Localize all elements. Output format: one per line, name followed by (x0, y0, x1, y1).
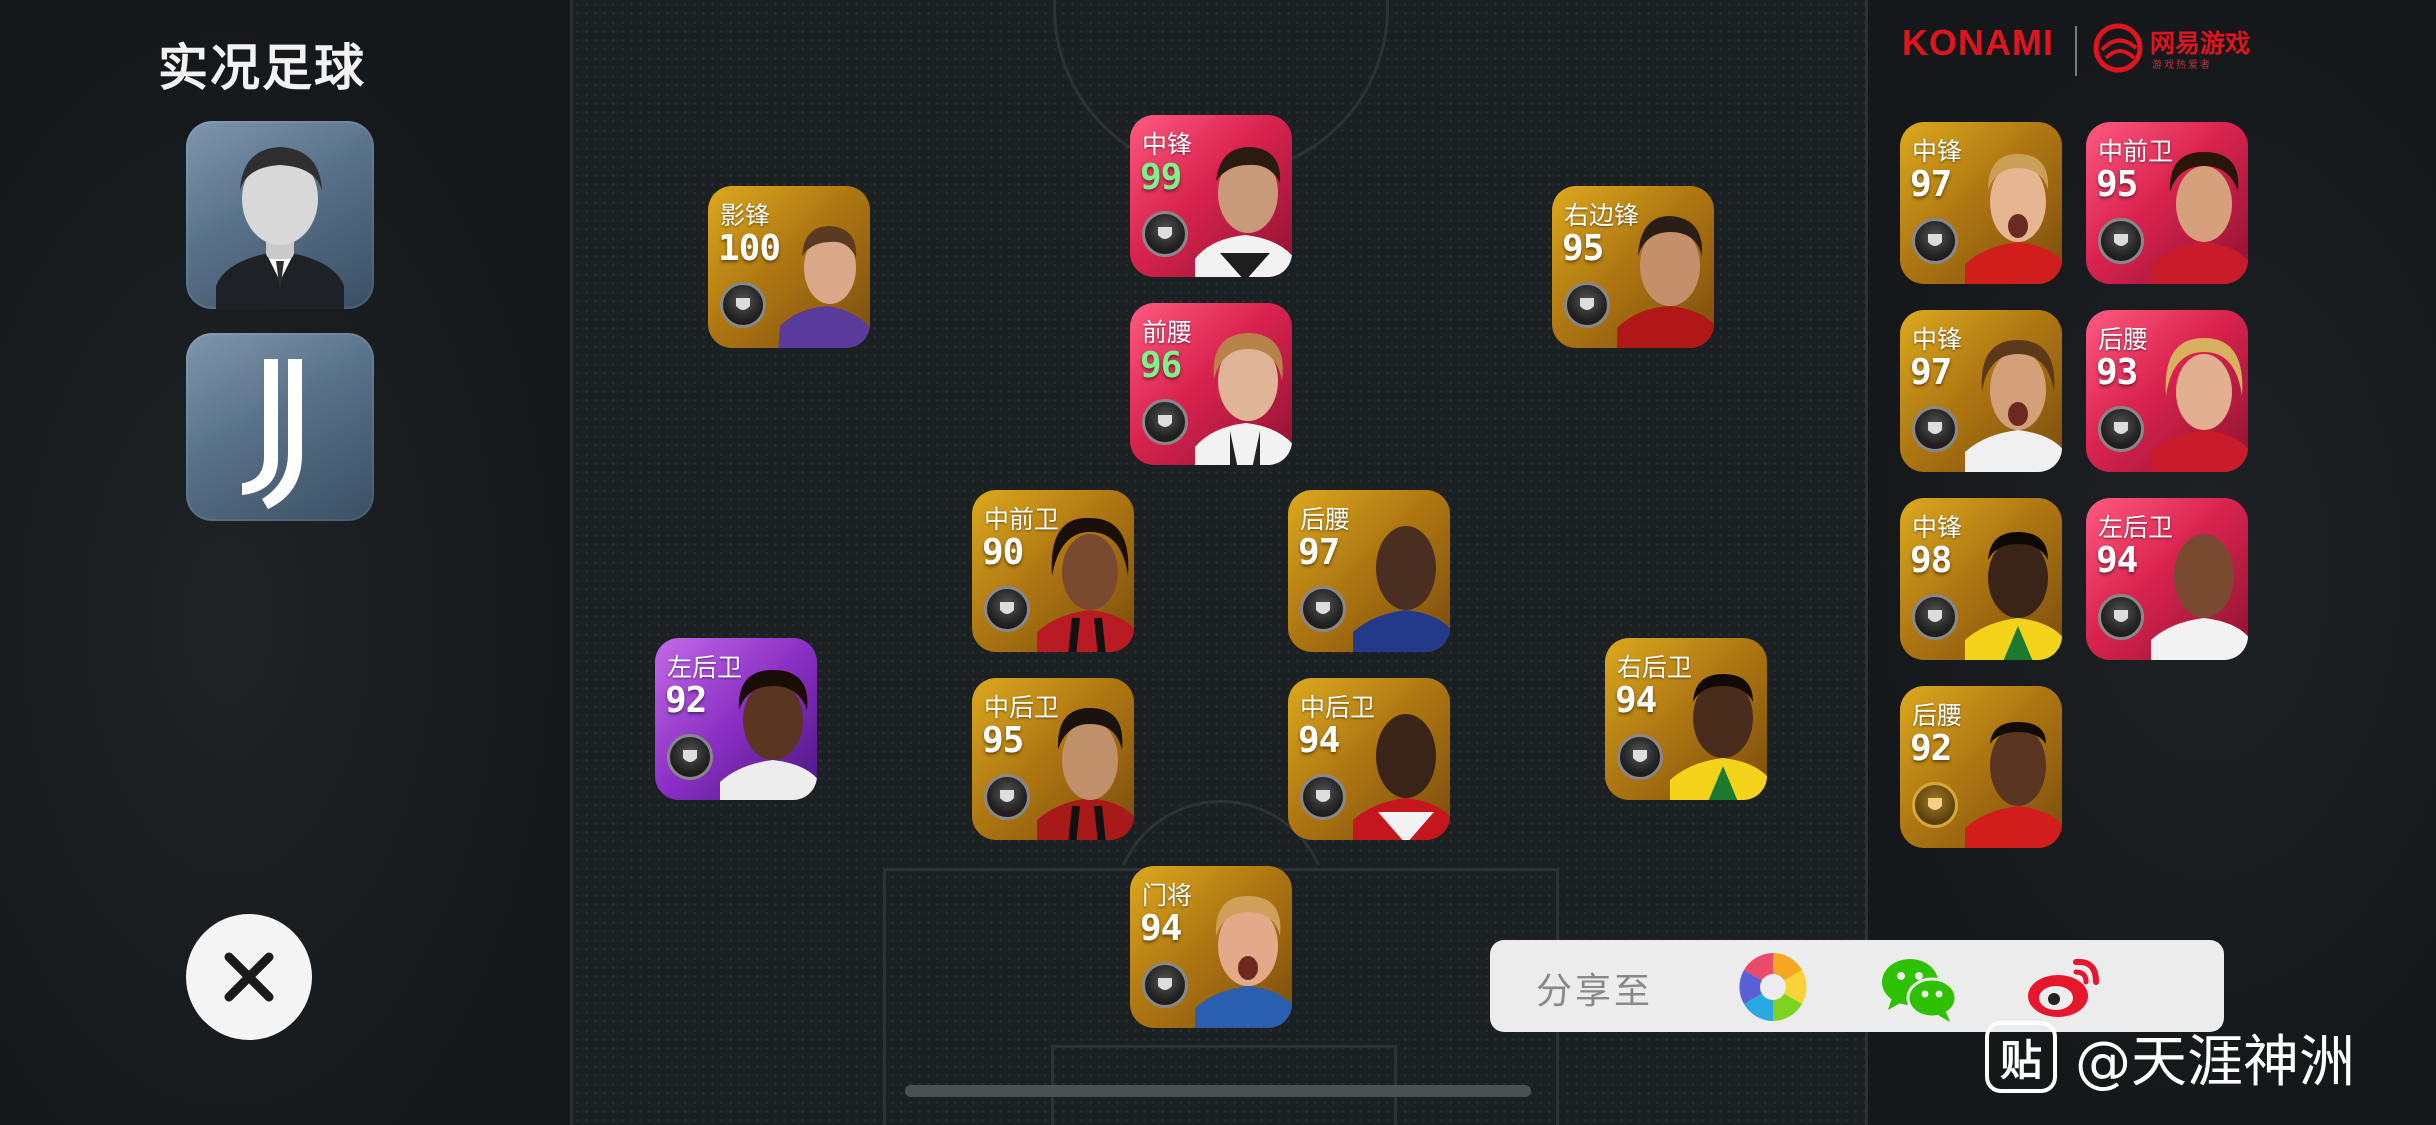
player-portrait-icon (778, 226, 870, 348)
player-position: 影锋 (720, 201, 771, 230)
player-card-cm[interactable]: 中前卫 90 (972, 490, 1134, 652)
player-rating: 90 (982, 532, 1024, 573)
player-card-gk[interactable]: 门将 94 (1130, 866, 1292, 1028)
player-rating: 96 (1140, 345, 1182, 386)
player-card-rw[interactable]: 右边锋 95 (1552, 186, 1714, 348)
club-badge-icon (2098, 218, 2144, 264)
player-portrait-icon (1617, 216, 1714, 348)
player-rating: 97 (1910, 164, 1952, 205)
bench-card[interactable]: 中前卫 95 (2086, 122, 2248, 284)
player-card-ss[interactable]: 影锋 100 (708, 186, 870, 348)
konami-logo: KONAMI (1902, 22, 2054, 63)
netease-logo-subtext: 游戏热爱者 (2152, 60, 2212, 71)
player-rating: 94 (1140, 908, 1182, 949)
player-rating: 99 (1140, 157, 1182, 198)
player-position: 后腰 (2098, 325, 2149, 354)
club-badge-icon (1564, 282, 1610, 328)
player-portrait-icon (1965, 722, 2062, 848)
player-position: 中锋 (1912, 513, 1963, 542)
bench-card[interactable]: 中锋 98 (1900, 498, 2062, 660)
player-card-cb-left[interactable]: 中后卫 95 (972, 678, 1134, 840)
player-rating: 97 (1910, 352, 1952, 393)
player-rating: 95 (982, 720, 1024, 761)
player-rating: 92 (1910, 728, 1952, 769)
player-portrait-icon (1353, 526, 1450, 652)
club-badge-tile[interactable] (186, 333, 374, 521)
player-portrait-icon (1353, 714, 1450, 840)
watermark: 贴 @天涯神洲 (1985, 1021, 2425, 1095)
player-portrait-icon (1037, 708, 1134, 840)
player-portrait-icon (1037, 517, 1134, 652)
player-portrait-icon (2151, 534, 2248, 660)
club-badge-icon (1912, 782, 1958, 828)
app-title: 实况足球 (158, 39, 366, 97)
club-badge-icon (667, 734, 713, 780)
club-badge-icon (1300, 586, 1346, 632)
player-portrait-icon (1195, 333, 1292, 465)
player-position: 门将 (1142, 881, 1193, 910)
bench-card[interactable]: 中锋 97 (1900, 122, 2062, 284)
home-indicator[interactable] (905, 1085, 1531, 1097)
player-card-lb[interactable]: 左后卫 92 (655, 638, 817, 800)
player-position: 后腰 (1912, 701, 1963, 730)
club-badge-icon (1142, 399, 1188, 445)
player-position: 后腰 (1300, 505, 1351, 534)
player-position: 中锋 (1912, 325, 1963, 354)
player-card-dm[interactable]: 后腰 97 (1288, 490, 1450, 652)
club-badge-icon (1912, 406, 1958, 452)
player-rating: 92 (665, 680, 707, 721)
watermark-text: @天涯神洲 (2075, 1029, 2355, 1095)
player-portrait-icon (1965, 154, 2062, 284)
player-position: 前腰 (1142, 318, 1193, 347)
player-rating: 93 (2096, 352, 2138, 393)
club-badge-icon (720, 282, 766, 328)
player-portrait-icon (1195, 147, 1292, 277)
player-rating: 94 (2096, 540, 2138, 581)
player-card-am[interactable]: 前腰 96 (1130, 303, 1292, 465)
player-portrait-icon (2151, 338, 2248, 472)
player-rating: 97 (1298, 532, 1340, 573)
club-badge-icon (1142, 962, 1188, 1008)
player-portrait-icon (2151, 152, 2248, 284)
club-badge-icon (2098, 406, 2144, 452)
bench-card[interactable]: 左后卫 94 (2086, 498, 2248, 660)
club-badge-icon (1142, 211, 1188, 257)
player-card-rb[interactable]: 右后卫 94 (1605, 638, 1767, 800)
close-icon (224, 952, 274, 1002)
club-badge-icon (984, 586, 1030, 632)
player-card-cb-right[interactable]: 中后卫 94 (1288, 678, 1450, 840)
manager-avatar-icon (216, 147, 344, 309)
player-rating: 95 (2096, 164, 2138, 205)
club-badge-icon (1912, 218, 1958, 264)
player-position: 中锋 (1142, 130, 1193, 159)
bench-card[interactable]: 后腰 92 (1900, 686, 2062, 848)
manager-avatar-tile[interactable] (186, 121, 374, 309)
player-portrait-icon (720, 670, 817, 800)
club-badge-icon (1300, 774, 1346, 820)
player-portrait-icon (1965, 532, 2062, 660)
tieba-icon: 贴 (1985, 1021, 2057, 1093)
netease-logo-text: 网易游戏 (2150, 29, 2251, 58)
club-badge-icon (2098, 594, 2144, 640)
club-badge-icon (1912, 594, 1958, 640)
player-portrait-icon (1965, 340, 2062, 472)
club-badge-icon (1617, 734, 1663, 780)
club-badge-icon (984, 774, 1030, 820)
bench-card[interactable]: 中锋 97 (1900, 310, 2062, 472)
share-label: 分享至 (1536, 971, 1654, 1012)
player-card-cf[interactable]: 中锋 99 (1130, 115, 1292, 277)
player-position: 中锋 (1912, 137, 1963, 166)
player-rating: 95 (1562, 228, 1604, 269)
wechat-icon[interactable] (1878, 946, 1960, 1028)
bench-card[interactable]: 后腰 93 (2086, 310, 2248, 472)
player-rating: 94 (1298, 720, 1340, 761)
player-rating: 98 (1910, 540, 1952, 581)
player-rating: 94 (1615, 680, 1657, 721)
player-portrait-icon (1670, 674, 1767, 800)
photos-icon[interactable] (1732, 946, 1814, 1028)
juventus-logo-icon (242, 359, 302, 509)
logo-divider (2075, 26, 2077, 76)
player-portrait-icon (1195, 896, 1292, 1028)
close-button[interactable] (186, 914, 312, 1040)
